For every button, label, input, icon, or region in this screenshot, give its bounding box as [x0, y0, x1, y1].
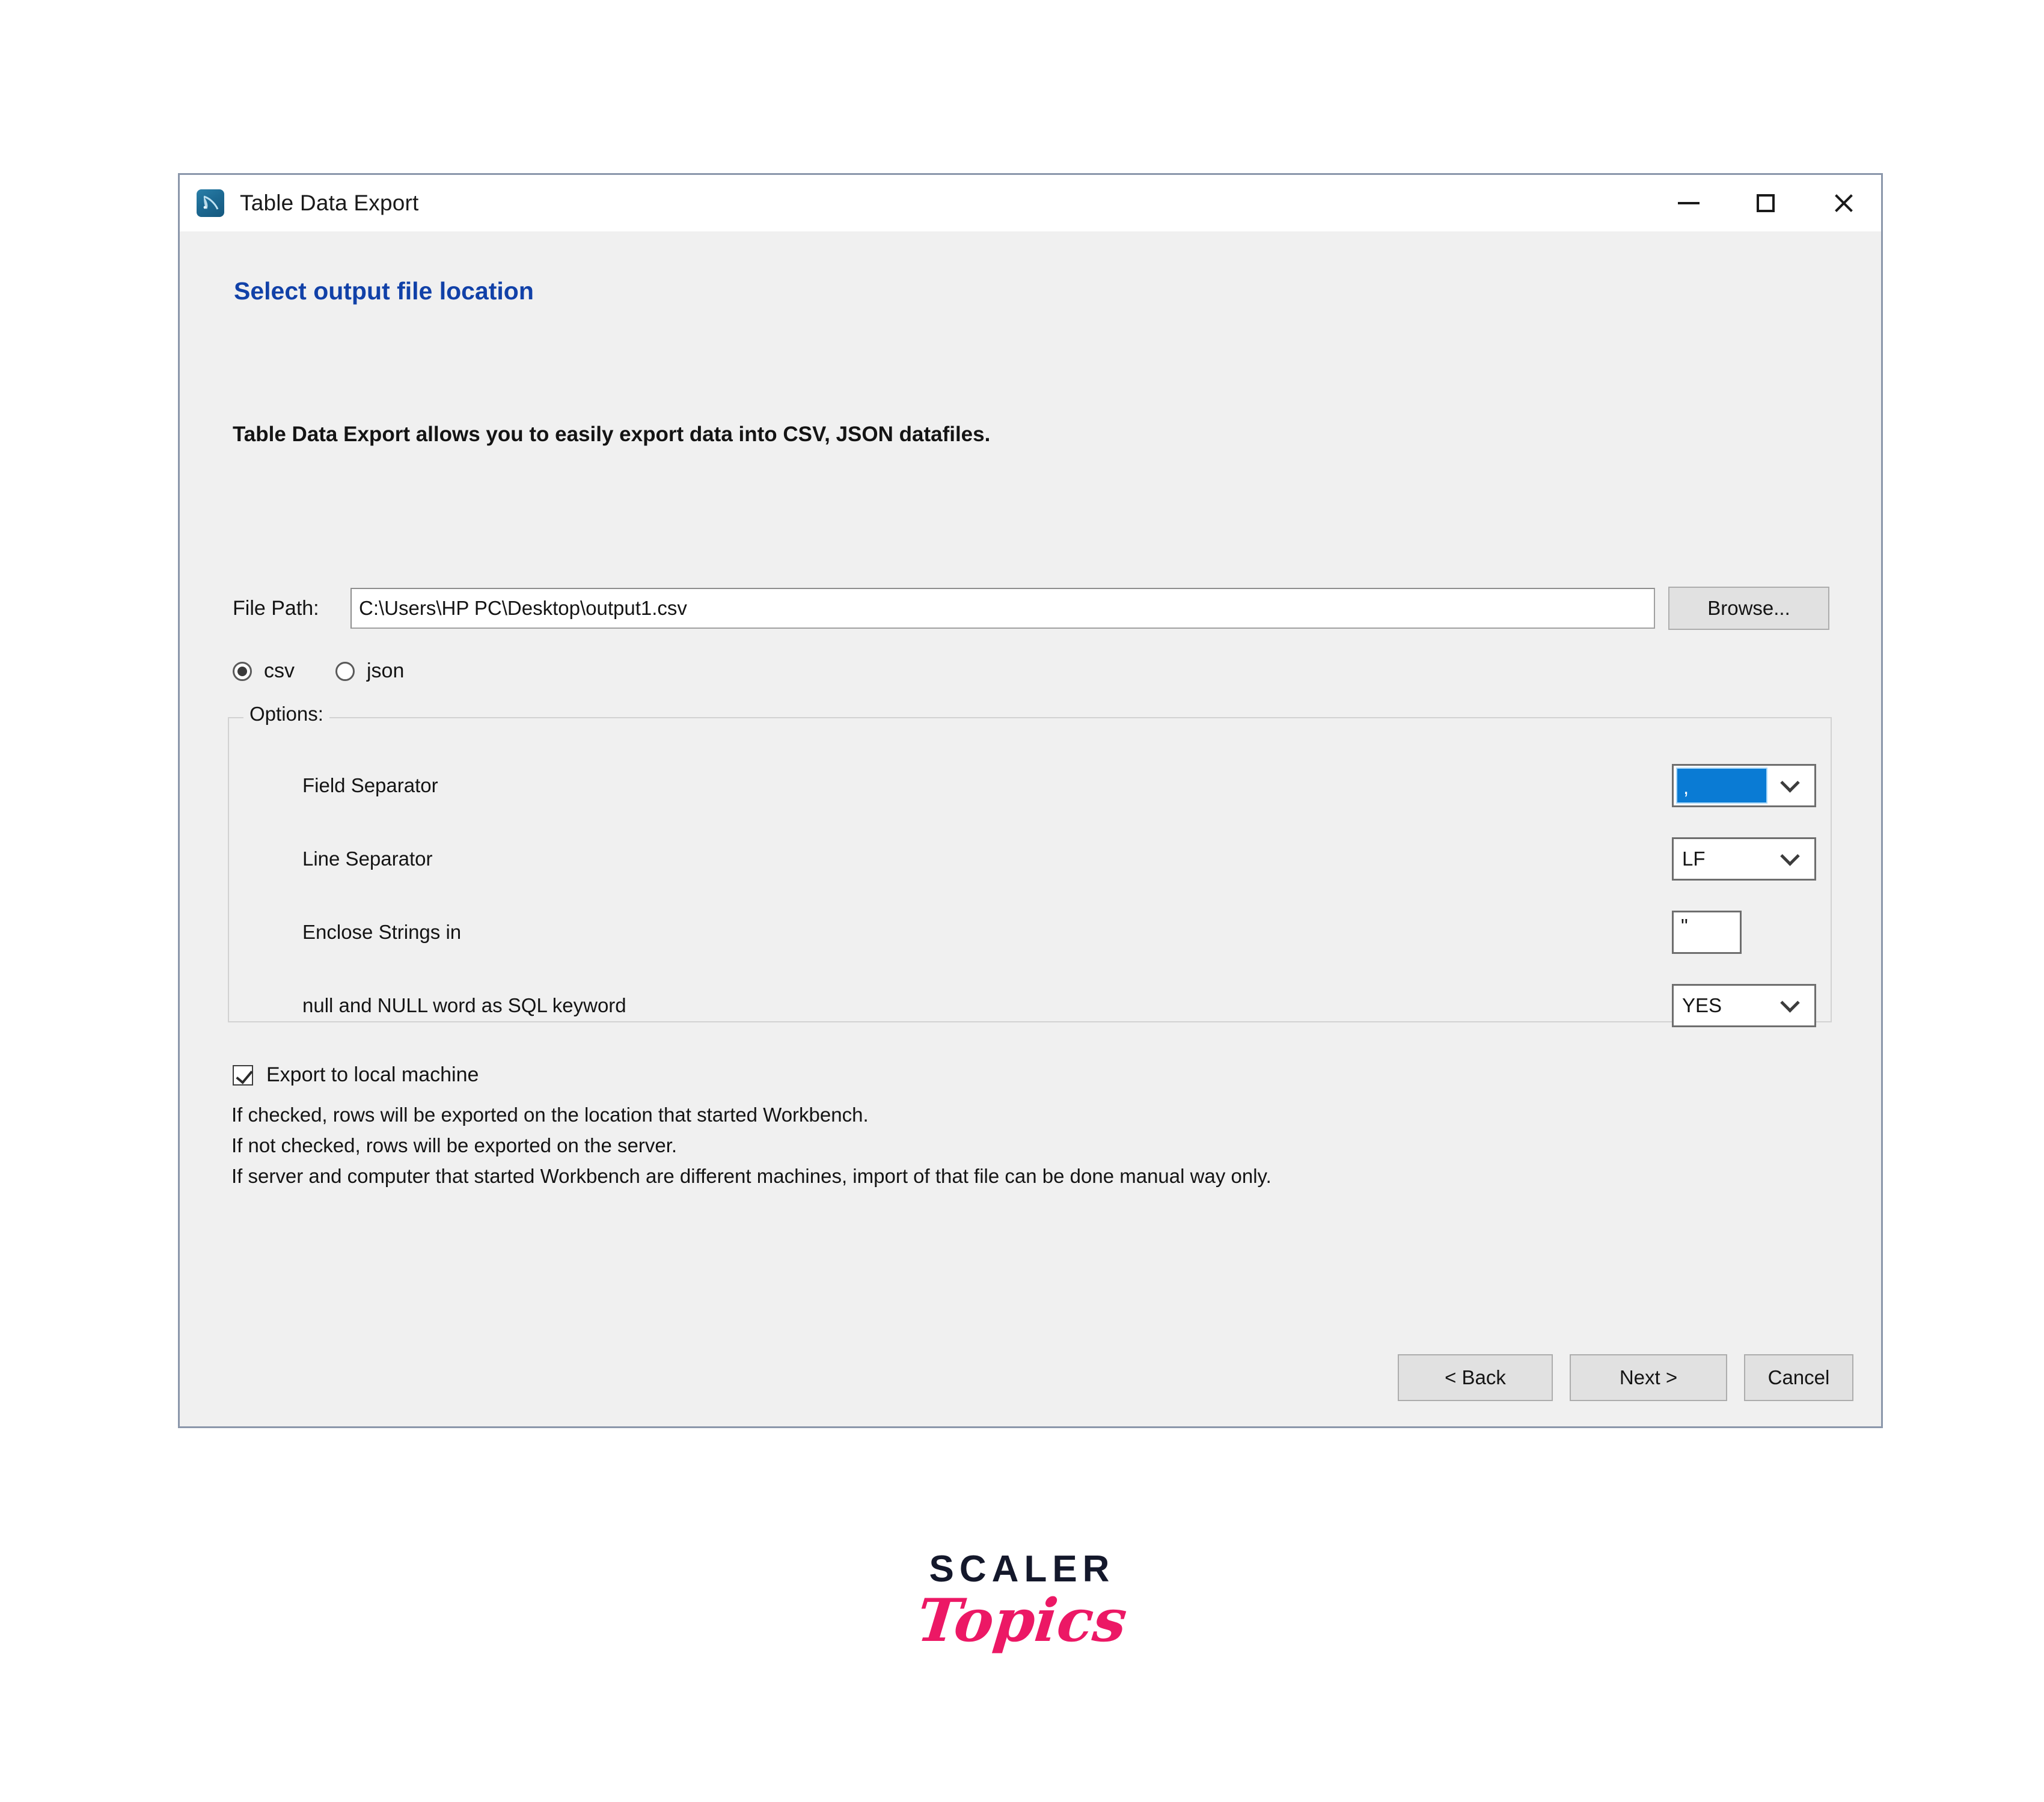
chevron-down-icon: [1783, 776, 1799, 792]
page-title: Select output file location: [234, 277, 534, 305]
cancel-button[interactable]: Cancel: [1744, 1354, 1853, 1401]
null-keyword-value: YES: [1682, 994, 1722, 1016]
option-row-line-separator: Line Separator LF: [229, 836, 1831, 882]
file-path-input[interactable]: C:\Users\HP PC\Desktop\output1.csv: [350, 588, 1655, 629]
chevron-down-icon: [1783, 996, 1799, 1012]
enclose-strings-label: Enclose Strings in: [302, 921, 462, 943]
mysql-workbench-dolphin-icon: [197, 189, 224, 217]
file-path-row: File Path: C:\Users\HP PC\Desktop\output…: [233, 587, 1829, 630]
note-line-3: If server and computer that started Work…: [231, 1165, 1271, 1187]
field-separator-value: ,: [1676, 768, 1767, 804]
line-separator-label: Line Separator: [302, 848, 433, 870]
field-separator-label: Field Separator: [302, 774, 438, 796]
export-local-checkbox-row[interactable]: Export to local machine: [233, 1063, 479, 1087]
null-keyword-label: null and NULL word as SQL keyword: [302, 994, 626, 1016]
radio-csv-icon: [233, 661, 252, 681]
dialog-content: Select output file location Table Data E…: [180, 231, 1881, 1426]
table-data-export-dialog: Table Data Export Select output file loc…: [178, 173, 1883, 1428]
logo-secondary-text: Topics: [914, 1586, 1130, 1655]
intro-description: Table Data Export allows you to easily e…: [233, 423, 991, 446]
enclose-strings-input[interactable]: ": [1672, 911, 1742, 954]
minimize-button[interactable]: [1650, 175, 1727, 231]
back-button[interactable]: < Back: [1398, 1354, 1553, 1401]
export-local-notes: If checked, rows will be exported on the…: [231, 1099, 1271, 1191]
format-radio-group: csv json: [233, 659, 445, 683]
radio-json-label: json: [367, 659, 405, 682]
chevron-down-icon: [1783, 849, 1799, 865]
note-line-2: If not checked, rows will be exported on…: [231, 1134, 678, 1156]
window-title: Table Data Export: [240, 191, 419, 215]
next-button[interactable]: Next >: [1570, 1354, 1727, 1401]
dialog-footer: < Back Next > Cancel: [1381, 1354, 1853, 1401]
window-title-bar: Table Data Export: [180, 175, 1881, 231]
export-local-label: Export to local machine: [266, 1063, 479, 1086]
options-legend: Options:: [243, 703, 329, 725]
radio-json-icon: [335, 661, 355, 681]
radio-option-csv[interactable]: csv: [233, 659, 295, 683]
export-local-checkbox-icon: [233, 1064, 253, 1086]
logo-primary-text: SCALER: [929, 1548, 1115, 1590]
maximize-icon: [1757, 194, 1775, 212]
window-controls: [1650, 175, 1881, 231]
maximize-button[interactable]: [1727, 175, 1804, 231]
options-group-box: Options: Field Separator , Line Separato…: [228, 703, 1832, 1027]
browse-button[interactable]: Browse...: [1668, 587, 1829, 630]
enclose-strings-input-wrap: ": [1672, 911, 1742, 954]
line-separator-value: LF: [1682, 848, 1706, 870]
option-row-field-separator: Field Separator ,: [229, 763, 1831, 808]
close-icon: [1831, 192, 1854, 215]
radio-option-json[interactable]: json: [335, 659, 404, 683]
option-row-null-keyword: null and NULL word as SQL keyword YES: [229, 983, 1831, 1028]
line-separator-combo[interactable]: LF: [1672, 837, 1816, 881]
close-button[interactable]: [1804, 175, 1881, 231]
field-separator-combo[interactable]: ,: [1672, 764, 1816, 807]
null-keyword-combo[interactable]: YES: [1672, 984, 1816, 1027]
scaler-topics-logo: SCALER Topics: [0, 1548, 2044, 1656]
radio-csv-label: csv: [264, 659, 295, 682]
minimize-icon: [1678, 202, 1700, 204]
note-line-1: If checked, rows will be exported on the…: [231, 1104, 869, 1126]
option-row-enclose-strings: Enclose Strings in ": [229, 909, 1831, 955]
file-path-label: File Path:: [233, 596, 319, 620]
